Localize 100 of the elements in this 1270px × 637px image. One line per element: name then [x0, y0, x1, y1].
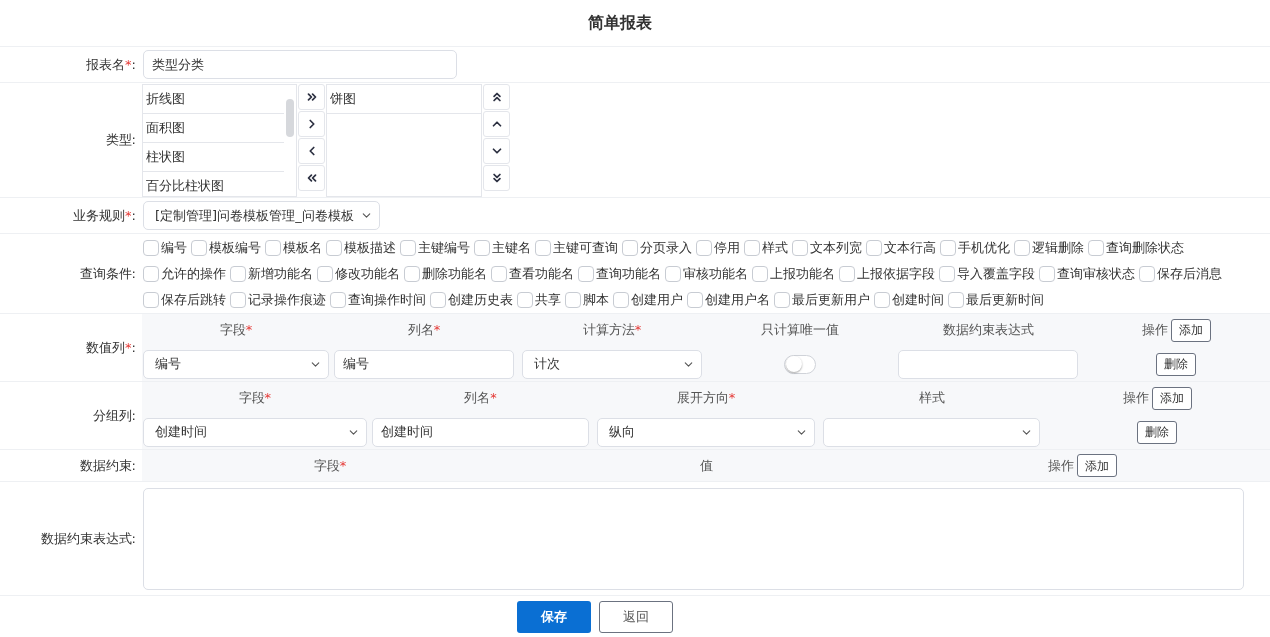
checkbox-label[interactable]: 文本列宽	[810, 238, 862, 258]
select-field[interactable]: 计次	[522, 349, 702, 379]
checkbox-label[interactable]: 模板名	[283, 238, 322, 258]
checkbox[interactable]	[143, 240, 159, 256]
input-field[interactable]: 创建时间	[371, 417, 590, 447]
select-field[interactable]: 创建时间	[143, 417, 367, 447]
checkbox-label[interactable]: 新增功能名	[248, 264, 313, 284]
checkbox[interactable]	[143, 266, 159, 282]
checkbox-label[interactable]: 文本行高	[884, 238, 936, 258]
move-all-right-button[interactable]	[298, 84, 325, 110]
checkbox[interactable]	[866, 240, 882, 256]
delete-button[interactable]: 删除	[1137, 420, 1178, 444]
checkbox[interactable]	[265, 240, 281, 256]
checkbox-label[interactable]: 查询操作时间	[348, 290, 426, 310]
checkbox-label[interactable]: 主键可查询	[553, 238, 618, 258]
checkbox[interactable]	[744, 240, 760, 256]
checkbox[interactable]	[752, 266, 768, 282]
checkbox-label[interactable]: 样式	[762, 238, 788, 258]
checkbox-label[interactable]: 创建历史表	[448, 290, 513, 310]
checkbox[interactable]	[948, 292, 964, 308]
checkbox-label[interactable]: 最后更新时间	[966, 290, 1044, 310]
checkbox-label[interactable]: 手机优化	[958, 238, 1010, 258]
checkbox-label[interactable]: 上报功能名	[770, 264, 835, 284]
checkbox[interactable]	[687, 292, 703, 308]
checkbox-label[interactable]: 记录操作痕迹	[248, 290, 326, 310]
checkbox-label[interactable]: 最后更新用户	[792, 290, 870, 310]
checkbox-label[interactable]: 查看功能名	[509, 264, 574, 284]
list-item[interactable]: 折线图	[143, 85, 284, 114]
checkbox[interactable]	[774, 292, 790, 308]
checkbox-label[interactable]: 创建时间	[892, 290, 944, 310]
checkbox[interactable]	[491, 266, 507, 282]
expression-textarea[interactable]	[143, 487, 1244, 590]
checkbox[interactable]	[1014, 240, 1030, 256]
checkbox[interactable]	[430, 292, 446, 308]
checkbox[interactable]	[613, 292, 629, 308]
checkbox-label[interactable]: 创建用户名	[705, 290, 770, 310]
add-button[interactable]: 添加	[1151, 386, 1192, 410]
checkbox-label[interactable]: 主键编号	[418, 238, 470, 258]
select-field[interactable]: [定制管理]问卷模板管理_问卷模板	[143, 201, 380, 230]
checkbox-label[interactable]: 保存后跳转	[161, 290, 226, 310]
input-field[interactable]: 类型分类	[143, 50, 457, 79]
input-field[interactable]	[898, 349, 1078, 379]
checkbox-label[interactable]: 主键名	[492, 238, 531, 258]
checkbox[interactable]	[143, 292, 159, 308]
list-item[interactable]: 饼图	[327, 85, 481, 114]
checkbox[interactable]	[622, 240, 638, 256]
checkbox[interactable]	[474, 240, 490, 256]
checkbox[interactable]	[230, 292, 246, 308]
checkbox-label[interactable]: 删除功能名	[422, 264, 487, 284]
checkbox-label[interactable]: 分页录入	[640, 238, 692, 258]
move-bottom-button[interactable]	[483, 165, 510, 191]
checkbox-label[interactable]: 查询删除状态	[1106, 238, 1184, 258]
checkbox[interactable]	[404, 266, 420, 282]
checkbox-label[interactable]: 保存后消息	[1157, 264, 1222, 284]
checkbox[interactable]	[696, 240, 712, 256]
checkbox[interactable]	[191, 240, 207, 256]
checkbox-label[interactable]: 导入覆盖字段	[957, 264, 1035, 284]
add-button[interactable]: 添加	[1076, 454, 1117, 477]
checkbox[interactable]	[317, 266, 333, 282]
checkbox[interactable]	[326, 240, 342, 256]
checkbox-label[interactable]: 查询审核状态	[1057, 264, 1135, 284]
checkbox[interactable]	[939, 266, 955, 282]
checkbox[interactable]	[665, 266, 681, 282]
checkbox[interactable]	[230, 266, 246, 282]
save-button[interactable]: 保存	[517, 600, 591, 633]
list-item[interactable]: 柱状图	[143, 143, 284, 172]
checkbox-label[interactable]: 共享	[535, 290, 561, 310]
checkbox-label[interactable]: 脚本	[583, 290, 609, 310]
move-top-button[interactable]	[483, 84, 510, 110]
checkbox[interactable]	[1139, 266, 1155, 282]
checkbox-label[interactable]: 修改功能名	[335, 264, 400, 284]
select-field[interactable]: 编号	[143, 349, 329, 379]
checkbox[interactable]	[400, 240, 416, 256]
checkbox[interactable]	[1088, 240, 1104, 256]
checkbox-label[interactable]: 创建用户	[631, 290, 683, 310]
select-field[interactable]: 纵向	[597, 417, 815, 447]
checkbox-label[interactable]: 停用	[714, 238, 740, 258]
checkbox[interactable]	[565, 292, 581, 308]
checkbox-label[interactable]: 上报依据字段	[857, 264, 935, 284]
checkbox[interactable]	[839, 266, 855, 282]
add-button[interactable]: 添加	[1170, 318, 1211, 342]
input-field[interactable]: 编号	[334, 349, 514, 379]
checkbox[interactable]	[874, 292, 890, 308]
checkbox[interactable]	[517, 292, 533, 308]
checkbox[interactable]	[792, 240, 808, 256]
checkbox-label[interactable]: 查询功能名	[596, 264, 661, 284]
checkbox-label[interactable]: 审核功能名	[683, 264, 748, 284]
toggle-switch[interactable]	[784, 354, 816, 374]
list-item[interactable]: 面积图	[143, 114, 284, 143]
checkbox-label[interactable]: 逻辑删除	[1032, 238, 1084, 258]
checkbox[interactable]	[940, 240, 956, 256]
checkbox[interactable]	[330, 292, 346, 308]
checkbox[interactable]	[1039, 266, 1055, 282]
select-field[interactable]	[822, 417, 1041, 447]
checkbox-label[interactable]: 模板描述	[344, 238, 396, 258]
checkbox-label[interactable]: 编号	[161, 238, 187, 258]
checkbox[interactable]	[535, 240, 551, 256]
back-button[interactable]: 返回	[599, 600, 673, 633]
delete-button[interactable]: 删除	[1156, 352, 1196, 376]
move-all-left-button[interactable]	[298, 165, 325, 191]
